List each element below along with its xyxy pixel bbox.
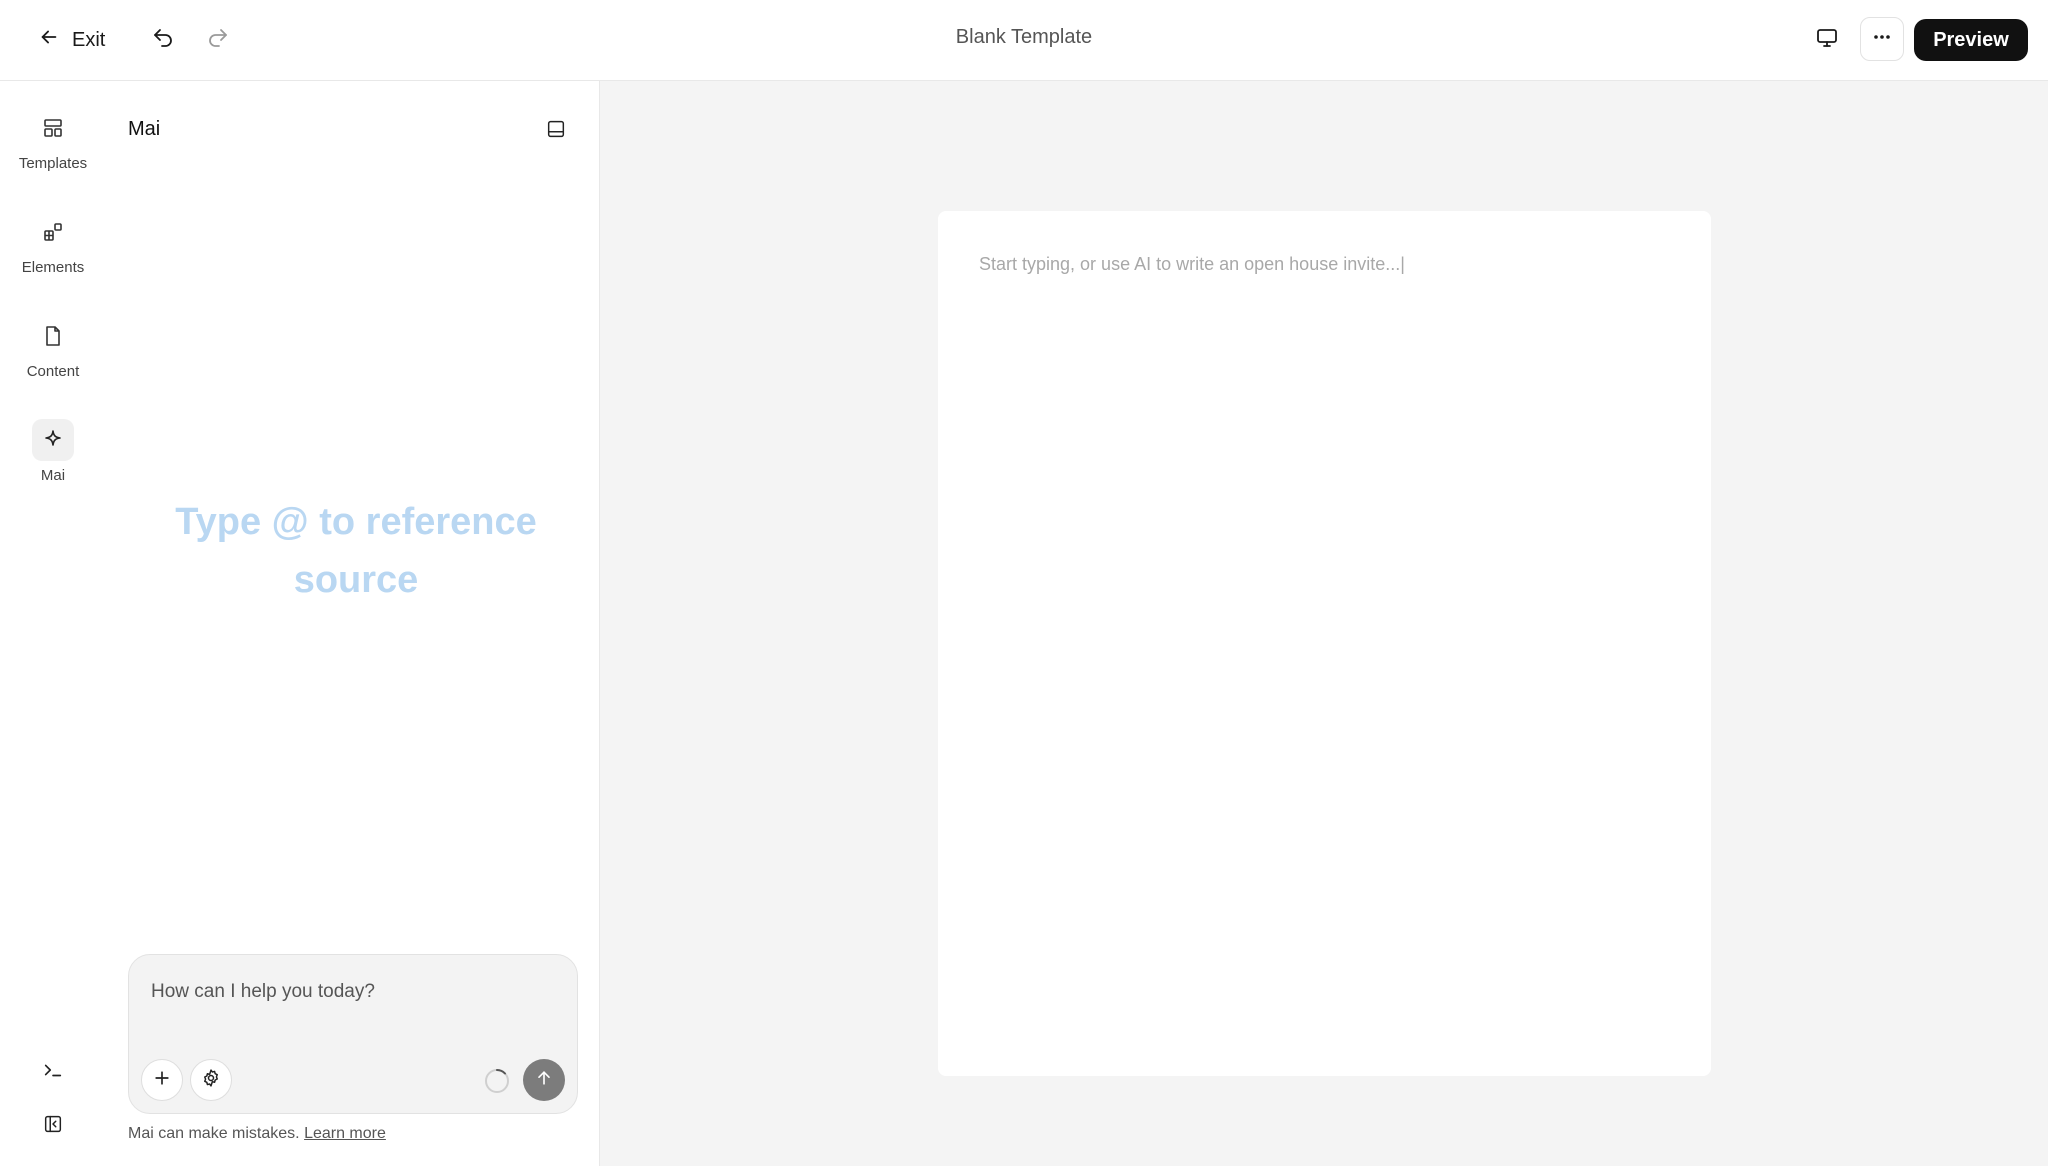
rail-label: Mai: [40, 467, 66, 484]
rail-label: Templates: [18, 155, 88, 172]
learn-more-link[interactable]: Learn more: [304, 1125, 386, 1142]
rail-item-elements[interactable]: Elements: [0, 211, 106, 276]
monitor-icon: [1815, 26, 1839, 55]
rail-item-content[interactable]: Content: [0, 315, 106, 380]
rail-label: Elements: [21, 259, 85, 276]
gear-icon: [201, 1068, 221, 1093]
arrow-up-icon: [534, 1068, 554, 1093]
rail-label: Content: [26, 363, 80, 380]
left-rail: Templates Elements Content Mai: [0, 81, 106, 1166]
device-preview-button[interactable]: [1807, 20, 1847, 60]
panel-bottom-icon: [545, 118, 567, 145]
terminal-button[interactable]: [32, 1051, 74, 1093]
rail-item-mai[interactable]: Mai: [0, 419, 106, 484]
template-page[interactable]: Start typing, or use AI to write an open…: [938, 211, 1711, 1076]
top-bar: Exit Blank Template Preview: [0, 0, 2048, 81]
preview-button[interactable]: Preview: [1914, 19, 2028, 61]
sparkle-icon: [32, 419, 74, 461]
plus-icon: [152, 1068, 172, 1093]
terminal-icon: [42, 1059, 64, 1086]
more-options-button[interactable]: [1860, 17, 1904, 61]
loading-spinner-icon: [484, 1068, 510, 1094]
disclaimer-text: Mai can make mistakes.: [128, 1125, 300, 1142]
document-icon: [32, 315, 74, 357]
editor-canvas: Start typing, or use AI to write an open…: [600, 81, 2048, 1166]
collapse-sidebar-icon: [42, 1113, 64, 1140]
chat-composer: [128, 954, 578, 1114]
rail-item-templates[interactable]: Templates: [0, 107, 106, 172]
reference-hint: Type @ to reference source: [175, 501, 537, 601]
panel-layout-button[interactable]: [540, 115, 572, 147]
elements-icon: [32, 211, 74, 253]
settings-button[interactable]: [190, 1059, 232, 1101]
panel-title: Mai: [128, 118, 161, 140]
collapse-sidebar-button[interactable]: [32, 1105, 74, 1147]
document-title: Blank Template: [955, 26, 1093, 48]
page-placeholder-text[interactable]: Start typing, or use AI to write an open…: [979, 254, 1405, 275]
chat-input[interactable]: [151, 977, 551, 1007]
more-horizontal-icon: [1870, 25, 1894, 54]
add-attachment-button[interactable]: [141, 1059, 183, 1101]
send-button[interactable]: [523, 1059, 565, 1101]
mai-panel: Mai Type @ to reference source Mai can: [106, 81, 600, 1166]
disclaimer: Mai can make mistakes. Learn more: [128, 1125, 386, 1143]
templates-icon: [32, 107, 74, 149]
